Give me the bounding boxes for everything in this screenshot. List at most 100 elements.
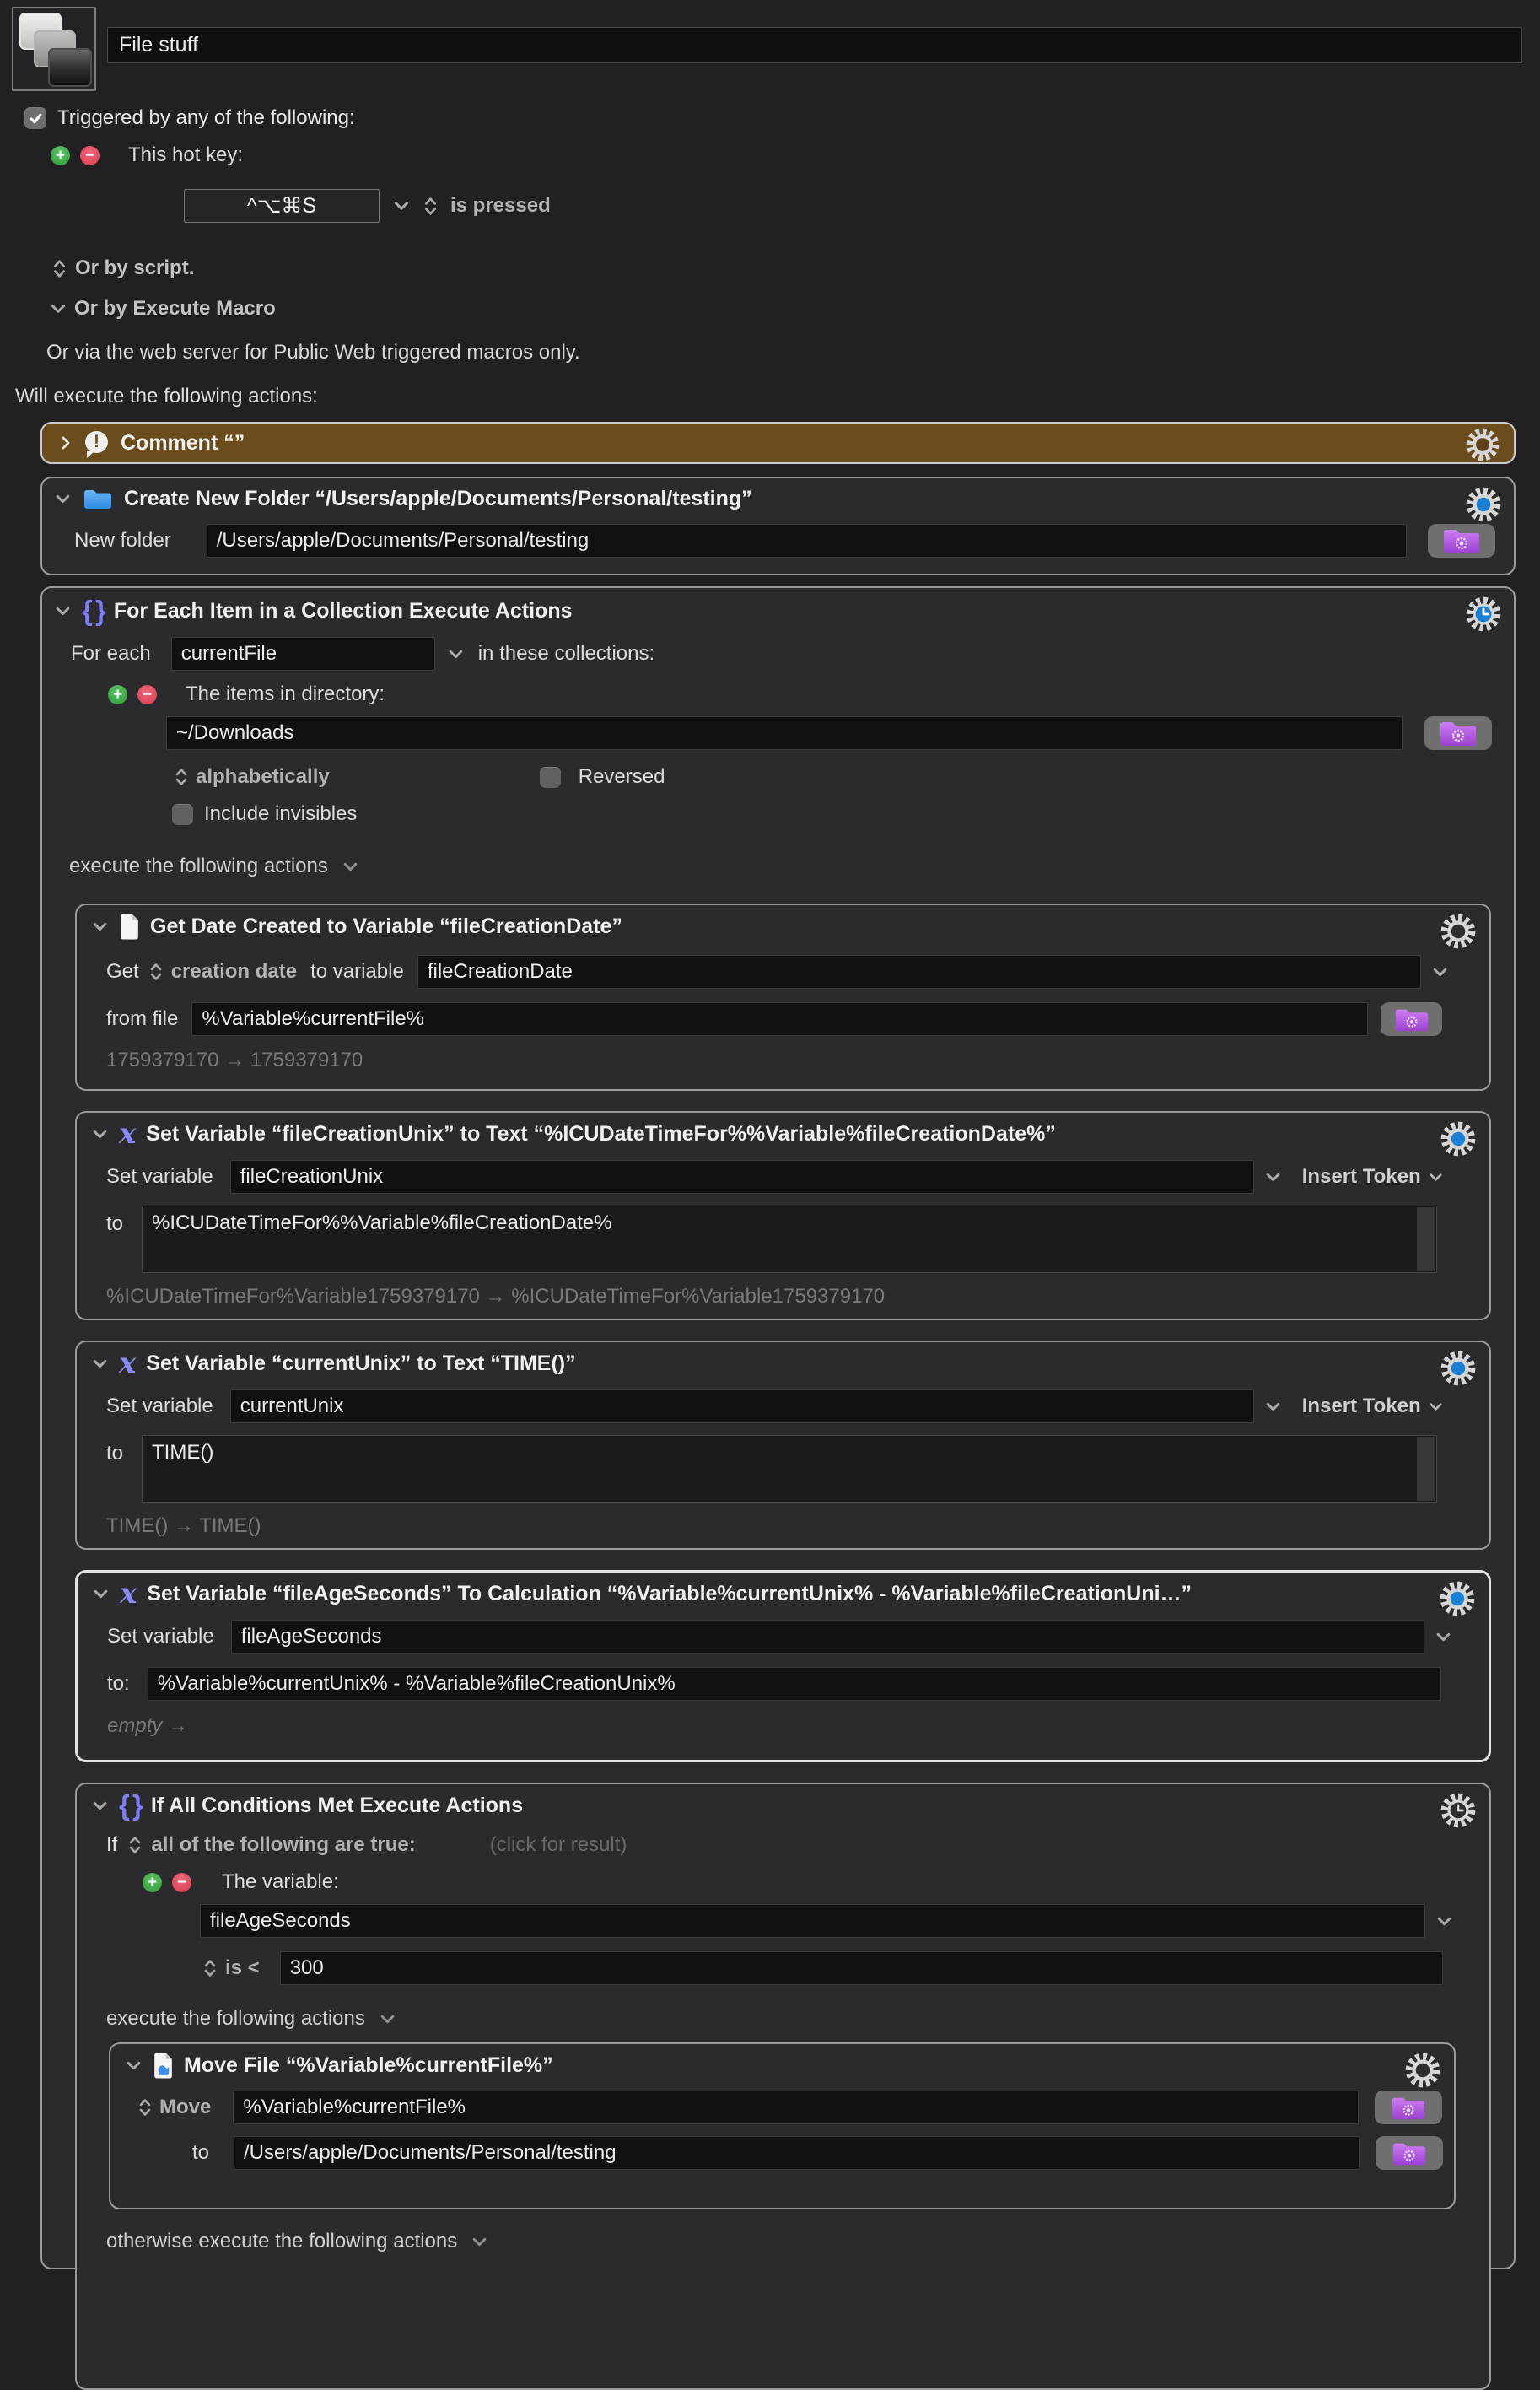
variable-input[interactable]: fileCreationUnix: [230, 1160, 1254, 1194]
date-mode-label[interactable]: creation date: [171, 960, 297, 984]
chevron-down-icon[interactable]: [49, 299, 67, 318]
loop-variable-input[interactable]: currentFile: [171, 637, 435, 671]
updown-chevron-icon[interactable]: [52, 257, 67, 280]
chevron-down-icon[interactable]: [392, 197, 411, 215]
calculation-input[interactable]: %Variable%currentUnix% - %Variable%fileC…: [148, 1667, 1441, 1701]
action-result[interactable]: empty →: [107, 1714, 1489, 1738]
scrollbar[interactable]: [1417, 1437, 1435, 1501]
hot-key-input[interactable]: ^⌥⌘S: [184, 189, 380, 223]
directory-input[interactable]: ~/Downloads: [166, 716, 1403, 750]
sort-order-label[interactable]: alphabetically: [196, 765, 330, 789]
chevron-down-icon[interactable]: [1431, 963, 1449, 981]
updown-chevron-icon[interactable]: [423, 195, 438, 218]
remove-trigger-button[interactable]: −: [80, 146, 100, 165]
action-for-each[interactable]: { } For Each Item in a Collection Execut…: [40, 586, 1516, 2269]
action-gear-button[interactable]: [1440, 1792, 1477, 1829]
disclosure-down-icon[interactable]: [91, 1797, 109, 1815]
disclosure-down-icon[interactable]: [91, 1355, 109, 1373]
value-textarea[interactable]: %ICUDateTimeFor%%Variable%fileCreationDa…: [142, 1206, 1437, 1273]
updown-chevron-icon[interactable]: [128, 1834, 142, 1856]
move-mode-label[interactable]: Move: [159, 2096, 211, 2119]
add-collection-button[interactable]: +: [108, 685, 127, 704]
chevron-down-icon[interactable]: [1435, 1913, 1453, 1930]
action-result[interactable]: TIME() → TIME(): [106, 1514, 1489, 1538]
scrollbar[interactable]: [1417, 1207, 1435, 1271]
condition-mode-label[interactable]: all of the following are true:: [151, 1833, 415, 1857]
action-gear-button[interactable]: [1440, 1350, 1477, 1387]
execute-actions-label: execute the following actions: [69, 855, 328, 878]
file-path-input[interactable]: %Variable%currentFile%: [191, 1002, 1368, 1036]
choose-folder-button[interactable]: [1376, 2136, 1443, 2170]
folder-icon: [83, 488, 112, 510]
click-for-result-label[interactable]: (click for result): [490, 1833, 627, 1857]
action-move-file[interactable]: Move File “%Variable%currentFile%” Move …: [109, 2042, 1456, 2209]
action-set-variable-currentunix[interactable]: x Set Variable “currentUnix” to Text “TI…: [75, 1341, 1491, 1550]
action-title: Get Date Created to Variable “fileCreati…: [150, 914, 622, 939]
updown-chevron-icon[interactable]: [149, 961, 163, 983]
remove-collection-button[interactable]: −: [137, 685, 157, 704]
remove-condition-button[interactable]: −: [172, 1873, 191, 1892]
disclosure-down-icon[interactable]: [91, 1125, 109, 1143]
triggered-by-checkbox[interactable]: [24, 107, 46, 129]
file-icon: [153, 2053, 174, 2079]
chevron-down-icon[interactable]: [342, 858, 359, 876]
action-set-variable-filecreationunix[interactable]: x Set Variable “fileCreationUnix” to Tex…: [75, 1111, 1491, 1320]
threshold-input[interactable]: 300: [280, 1951, 1443, 1985]
action-gear-button[interactable]: [1440, 913, 1477, 950]
disclosure-down-icon[interactable]: [54, 490, 72, 508]
insert-token-button[interactable]: Insert Token: [1302, 1165, 1444, 1189]
disclosure-down-icon[interactable]: [54, 602, 72, 620]
choose-folder-button[interactable]: [1424, 716, 1492, 750]
choose-file-button[interactable]: [1375, 2091, 1442, 2124]
action-gear-button[interactable]: [1404, 2052, 1441, 2089]
value-textarea[interactable]: TIME(): [142, 1435, 1437, 1503]
variable-input[interactable]: fileCreationDate: [417, 955, 1421, 989]
condition-variable-input[interactable]: fileAgeSeconds: [200, 1904, 1425, 1938]
is-pressed-label[interactable]: is pressed: [450, 194, 551, 218]
destination-path-input[interactable]: /Users/apple/Documents/Personal/testing: [234, 2136, 1360, 2170]
source-path-input[interactable]: %Variable%currentFile%: [233, 2091, 1359, 2124]
updown-chevron-icon[interactable]: [175, 766, 188, 788]
action-result[interactable]: %ICUDateTimeFor%Variable1759379170 → %IC…: [106, 1285, 1489, 1308]
or-by-execute-macro-label[interactable]: Or by Execute Macro: [74, 297, 276, 321]
disclosure-right-icon[interactable]: [57, 434, 74, 451]
action-create-new-folder[interactable]: Create New Folder “/Users/apple/Document…: [40, 477, 1516, 575]
comparison-operator-label[interactable]: is <: [225, 1956, 260, 1980]
action-comment[interactable]: ! Comment “”: [40, 422, 1516, 464]
add-trigger-button[interactable]: +: [51, 146, 70, 165]
action-gear-button[interactable]: [1439, 1580, 1476, 1617]
action-result[interactable]: 1759379170 → 1759379170: [106, 1049, 1489, 1072]
variable-input[interactable]: fileAgeSeconds: [231, 1620, 1424, 1654]
reversed-checkbox[interactable]: [540, 767, 561, 788]
variable-input[interactable]: currentUnix: [230, 1389, 1254, 1423]
disclosure-down-icon[interactable]: [92, 1585, 110, 1603]
choose-folder-button[interactable]: [1428, 524, 1495, 558]
action-set-variable-fileageseconds[interactable]: x Set Variable “fileAgeSeconds” To Calcu…: [75, 1570, 1491, 1762]
updown-chevron-icon[interactable]: [138, 2096, 152, 2118]
choose-file-button[interactable]: [1381, 1002, 1442, 1036]
macro-name-input[interactable]: File stuff: [107, 27, 1522, 63]
add-condition-button[interactable]: +: [143, 1873, 162, 1892]
disclosure-down-icon[interactable]: [91, 918, 109, 936]
action-gear-button[interactable]: [1465, 596, 1502, 633]
chevron-down-icon[interactable]: [1435, 1628, 1452, 1646]
insert-token-button[interactable]: Insert Token: [1302, 1395, 1444, 1418]
action-gear-button[interactable]: [1465, 486, 1502, 523]
chevron-down-icon[interactable]: [447, 645, 465, 663]
action-get-date-created[interactable]: Get Date Created to Variable “fileCreati…: [75, 904, 1491, 1091]
include-invisibles-checkbox[interactable]: [172, 804, 193, 825]
chevron-down-icon[interactable]: [379, 2010, 396, 2028]
chevron-down-icon[interactable]: [1264, 1168, 1282, 1186]
updown-chevron-icon[interactable]: [203, 1957, 217, 1979]
action-if-conditions[interactable]: { } If All Conditions Met Execute Action…: [75, 1783, 1491, 2390]
action-gear-button[interactable]: [1465, 427, 1500, 462]
action-gear-button[interactable]: [1440, 1120, 1477, 1157]
hot-key-config-row: ^⌥⌘S is pressed: [184, 189, 1540, 223]
chevron-down-icon[interactable]: [1264, 1398, 1282, 1416]
macro-icon: [12, 7, 96, 91]
chevron-down-icon[interactable]: [471, 2233, 488, 2251]
or-by-script-label[interactable]: Or by script.: [75, 256, 194, 280]
disclosure-down-icon[interactable]: [125, 2057, 143, 2074]
new-folder-input[interactable]: /Users/apple/Documents/Personal/testing: [207, 524, 1407, 558]
action-title: If All Conditions Met Execute Actions: [151, 1794, 523, 1818]
